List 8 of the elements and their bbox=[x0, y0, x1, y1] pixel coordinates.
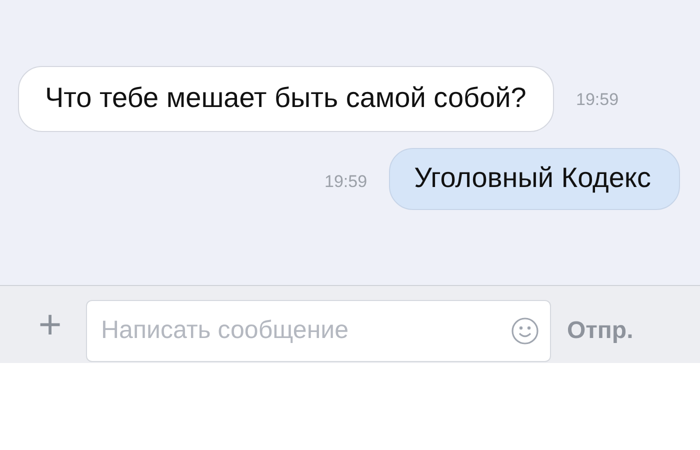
smiley-icon[interactable] bbox=[511, 316, 539, 344]
attach-button[interactable]: + bbox=[30, 304, 70, 344]
outgoing-message: Уголовный Кодекс bbox=[389, 148, 680, 210]
message-input[interactable]: Написать сообщение bbox=[86, 300, 551, 362]
message-time: 19:59 bbox=[324, 172, 368, 192]
send-button[interactable]: Отпр. bbox=[567, 316, 634, 344]
incoming-message: Что тебе мешает быть самой собой? bbox=[18, 66, 554, 132]
message-time: 19:59 bbox=[576, 90, 619, 110]
